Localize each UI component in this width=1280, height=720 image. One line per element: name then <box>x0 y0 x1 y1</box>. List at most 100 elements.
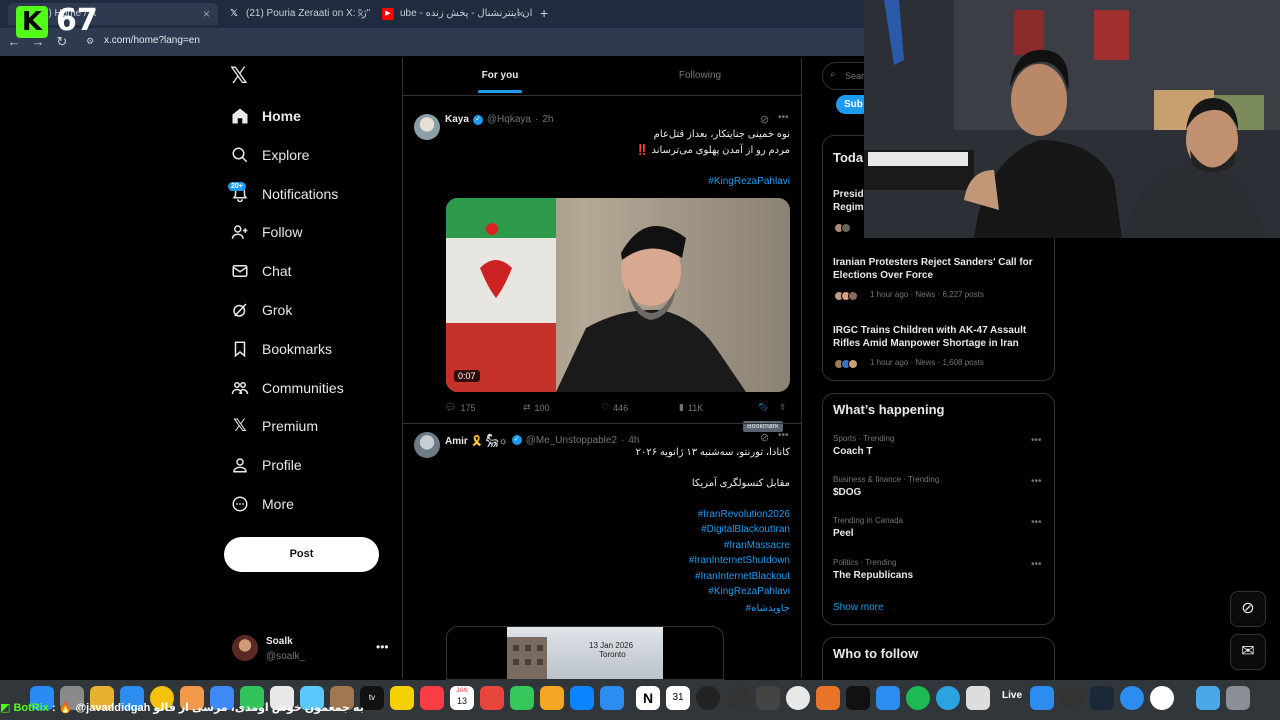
sidebar-item-label: More <box>262 496 294 512</box>
sidebar-item-notifications[interactable]: Notifications <box>230 181 338 207</box>
avatar[interactable] <box>414 432 440 458</box>
trash-icon[interactable] <box>1226 686 1250 710</box>
tweet-time[interactable]: 4h <box>628 435 639 446</box>
tab-youtube[interactable]: ▶ ube - ایران اینترنشنال - پخش زنده × <box>374 3 532 25</box>
grok-icon[interactable]: ⊘ <box>1230 591 1266 627</box>
sidebar-item-profile[interactable]: Profile <box>230 452 302 478</box>
sidebar-item-home[interactable]: Home <box>230 103 301 129</box>
news-title[interactable]: IRGC Trains Children with AK-47 Assault … <box>833 324 1048 350</box>
music-icon[interactable] <box>420 686 444 710</box>
messages-icon[interactable]: ✉ <box>1230 634 1266 670</box>
tweet-handle[interactable]: @Hqkaya <box>487 114 531 125</box>
mail-icon <box>230 261 250 281</box>
sidebar-item-explore[interactable]: Explore <box>230 142 309 168</box>
firefox-icon[interactable] <box>816 686 840 710</box>
tweet-image[interactable]: 13 Jan 2026 Toronto <box>446 626 724 680</box>
hashtag-link[interactable]: #IranInternetBlackout <box>446 571 790 582</box>
obs-icon[interactable] <box>1060 686 1084 710</box>
bookmark-button[interactable]: 🔖︎ <box>758 402 769 413</box>
trend-name[interactable]: The Republicans <box>833 570 913 581</box>
more-icon[interactable]: ••• <box>1031 476 1042 487</box>
avatar[interactable] <box>414 114 440 140</box>
close-icon[interactable]: × <box>203 3 210 25</box>
more-icon[interactable]: ••• <box>376 640 389 654</box>
trend-name[interactable]: Coach T <box>833 446 872 457</box>
hashtag-link[interactable]: #IranInternetShutdown <box>446 555 790 566</box>
ableton-live-icon[interactable]: Live <box>1002 690 1022 701</box>
app-store-icon[interactable] <box>600 686 624 710</box>
like-button[interactable]: ♡ 446 <box>601 402 628 413</box>
tweet-header: Kaya ✓ @Hqkaya · 2h <box>445 114 553 125</box>
app-icon[interactable] <box>786 686 810 710</box>
trend-name[interactable]: $DOG <box>833 487 861 498</box>
tab-following[interactable]: Following <box>670 70 730 81</box>
trend-name[interactable]: Peel <box>833 528 854 539</box>
avatar[interactable] <box>232 635 258 661</box>
reply-button[interactable]: 💬︎ 175 <box>445 402 475 413</box>
tab-pouria[interactable]: 𝕏 (21) Pouria Zeraati on X: "ژ" × <box>220 3 372 25</box>
chatgpt-icon[interactable] <box>1150 686 1174 710</box>
capcut-icon[interactable] <box>846 686 870 710</box>
keynote-icon[interactable] <box>570 686 594 710</box>
calendar-app-icon[interactable]: 31 <box>666 686 690 710</box>
verified-icon: ✓ <box>472 114 483 125</box>
hashtag-link[interactable]: #IranRevolution2026 <box>446 509 790 520</box>
app-icon[interactable] <box>756 686 780 710</box>
show-more-link[interactable]: Show more <box>833 602 884 613</box>
share-button[interactable]: ⇪ <box>779 402 787 413</box>
more-icon[interactable]: ••• <box>1031 435 1042 446</box>
sidebar-item-grok[interactable]: Grok <box>230 297 292 323</box>
close-icon[interactable]: × <box>517 3 524 25</box>
sidebar-item-premium[interactable]: 𝕏 Premium <box>230 413 318 439</box>
url-input[interactable]: x.com/home?lang=en <box>104 35 200 46</box>
app-icon[interactable] <box>1120 686 1144 710</box>
more-icon[interactable]: ••• <box>778 112 789 123</box>
sidebar-item-chat[interactable]: Chat <box>230 258 292 284</box>
telegram-icon[interactable] <box>936 686 960 710</box>
hashtag-link[interactable]: #DigitalBlackoutIran <box>446 524 790 535</box>
grok-icon[interactable]: ⊘ <box>760 431 769 444</box>
steam-icon[interactable] <box>1090 686 1114 710</box>
app-icon[interactable] <box>696 686 720 710</box>
hashtag-link[interactable]: #KingRezaPahlavi <box>446 176 790 187</box>
tweet-handle[interactable]: @Me_Unstoppable2 <box>526 435 617 446</box>
news-title-partial[interactable]: Regim <box>833 201 864 214</box>
news-title[interactable]: Iranian Protesters Reject Sanders' Call … <box>833 256 1048 282</box>
sidebar-item-more[interactable]: More <box>230 491 294 517</box>
sidebar-item-communities[interactable]: Communities <box>230 375 344 401</box>
numbers-icon[interactable] <box>510 686 534 710</box>
repost-button[interactable]: ⇄ 100 <box>523 402 550 413</box>
zoom-icon[interactable] <box>1030 686 1054 710</box>
sidebar-item-follow[interactable]: Follow <box>230 219 302 245</box>
downloads-folder-icon[interactable] <box>1196 686 1220 710</box>
pages-icon[interactable] <box>540 686 564 710</box>
calendar-icon[interactable]: JAN 13 <box>450 686 474 710</box>
sidebar-item-bookmarks[interactable]: Bookmarks <box>230 336 332 362</box>
app-icon[interactable] <box>966 686 990 710</box>
app-icon[interactable] <box>876 686 900 710</box>
x-logo-icon[interactable]: 𝕏 <box>230 64 248 90</box>
close-icon[interactable]: × <box>357 3 364 25</box>
tab-for-you[interactable]: For you <box>470 70 530 81</box>
profile-name[interactable]: Soalk <box>266 636 293 647</box>
tweet-time[interactable]: 2h <box>542 114 553 125</box>
news-title-partial[interactable]: Presid <box>833 188 864 201</box>
spotify-icon[interactable] <box>906 686 930 710</box>
more-icon[interactable]: ••• <box>1031 559 1042 570</box>
hashtag-link[interactable]: #IranMassacre <box>446 540 790 551</box>
tweet-author-name[interactable]: Kaya <box>445 114 469 125</box>
app-icon[interactable] <box>726 686 750 710</box>
views-button[interactable]: ▮ 11K <box>679 402 703 413</box>
grok-icon[interactable]: ⊘ <box>760 113 769 126</box>
tweet-author-name[interactable]: Amir 🎗️ 𓃵☼ <box>445 432 508 448</box>
post-button[interactable]: Post <box>224 537 379 572</box>
tweet-video[interactable]: 0:07 <box>446 198 790 392</box>
notion-icon[interactable]: N <box>636 686 660 710</box>
hashtag-link[interactable]: #KingRezaPahlavi <box>446 586 790 597</box>
news-icon[interactable] <box>480 686 504 710</box>
more-icon[interactable]: ••• <box>1031 517 1042 528</box>
hashtag-link[interactable]: #جاویدشاه <box>446 603 790 614</box>
more-icon[interactable]: ••• <box>778 430 789 441</box>
divider <box>402 423 802 424</box>
new-tab-button[interactable]: + <box>540 5 548 21</box>
